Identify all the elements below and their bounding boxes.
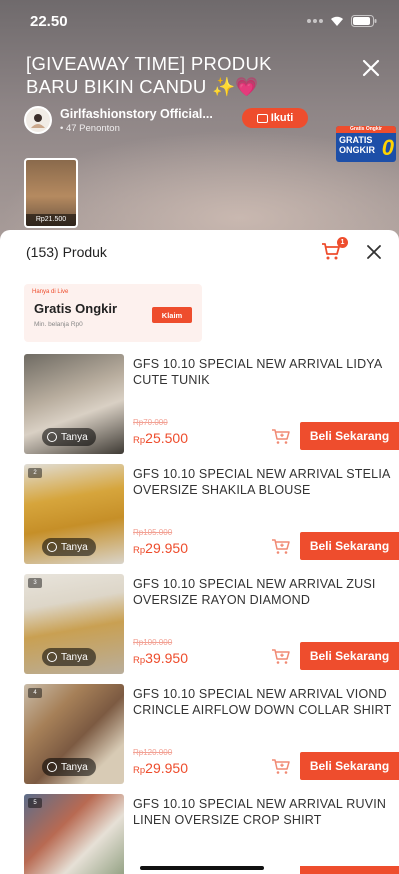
product-number: 2 [28, 468, 42, 478]
original-price: Rp70.000 [133, 418, 168, 427]
pinned-price: Rp21.500 [26, 214, 76, 226]
product-count-title: (153) Produk [26, 244, 107, 260]
sale-price: Rp29.950 [133, 540, 188, 556]
product-list: Tanya GFS 10.10 SPECIAL NEW ARRIVAL LIDY… [0, 354, 399, 874]
close-icon [362, 59, 380, 77]
cart-button[interactable]: 1 [319, 237, 348, 265]
product-item[interactable]: 4 Tanya GFS 10.10 SPECIAL NEW ARRIVAL VI… [0, 684, 399, 794]
product-image[interactable]: 2 Tanya [24, 464, 124, 564]
follow-icon [256, 113, 268, 123]
buy-now-button-partial[interactable] [300, 866, 399, 874]
original-price: Rp100.000 [133, 638, 173, 647]
badge-top-text: Gratis Ongkir [336, 126, 396, 133]
host-text: Girlfashionstory Official... • 47 Penont… [60, 107, 213, 134]
add-to-cart-button[interactable] [270, 426, 292, 446]
sale-price: Rp39.950 [133, 650, 188, 666]
chat-icon [47, 652, 57, 662]
currency: Rp [133, 545, 146, 556]
price-value: 29.950 [145, 540, 188, 556]
close-icon [367, 245, 381, 259]
live-stream-video: 22.50 [GIVEAWAY TIME] PRODUK BARU BIKIN … [0, 0, 399, 240]
product-image[interactable]: 4 Tanya [24, 684, 124, 784]
chat-icon [47, 542, 57, 552]
ask-button[interactable]: Tanya [42, 538, 96, 556]
cart-count-badge: 1 [337, 237, 348, 248]
product-name[interactable]: GFS 10.10 SPECIAL NEW ARRIVAL RUVIN LINE… [133, 796, 395, 828]
add-to-cart-button[interactable] [270, 756, 292, 776]
host-name: Girlfashionstory Official... [60, 106, 213, 121]
ask-label: Tanya [61, 651, 88, 663]
close-sheet-button[interactable] [363, 241, 385, 263]
ask-button[interactable]: Tanya [42, 428, 96, 446]
pinned-product-thumbnail[interactable]: Rp21.500 [24, 158, 78, 228]
product-name[interactable]: GFS 10.10 SPECIAL NEW ARRIVAL LIDYA CUTE… [133, 356, 395, 388]
product-number: 3 [28, 578, 42, 588]
currency: Rp [133, 655, 146, 666]
buy-now-button[interactable]: Beli Sekarang [300, 642, 399, 670]
add-to-cart-button[interactable] [270, 536, 292, 556]
product-item[interactable]: 2 Tanya GFS 10.10 SPECIAL NEW ARRIVAL ST… [0, 464, 399, 574]
ask-button[interactable]: Tanya [42, 648, 96, 666]
product-image[interactable]: 3 Tanya [24, 574, 124, 674]
product-item[interactable]: 3 Tanya GFS 10.10 SPECIAL NEW ARRIVAL ZU… [0, 574, 399, 684]
buy-now-button[interactable]: Beli Sekarang [300, 752, 399, 780]
ask-label: Tanya [61, 431, 88, 443]
currency: Rp [133, 435, 146, 446]
ask-label: Tanya [61, 761, 88, 773]
product-name[interactable]: GFS 10.10 SPECIAL NEW ARRIVAL STELIA OVE… [133, 466, 395, 498]
product-item[interactable]: 5 GFS 10.10 SPECIAL NEW ARRIVAL RUVIN LI… [0, 794, 399, 874]
status-bar: 22.50 [0, 0, 399, 42]
free-shipping-badge[interactable]: Gratis Ongkir GRATIS ONGKIR 0 [336, 126, 396, 162]
currency: Rp [133, 765, 146, 776]
product-item[interactable]: Tanya GFS 10.10 SPECIAL NEW ARRIVAL LIDY… [0, 354, 399, 464]
follow-button[interactable]: Ikuti [242, 108, 308, 128]
voucher-title: Gratis Ongkir [34, 301, 118, 316]
product-name[interactable]: GFS 10.10 SPECIAL NEW ARRIVAL VIOND CRIN… [133, 686, 395, 718]
follow-label: Ikuti [270, 112, 294, 124]
buy-now-button[interactable]: Beli Sekarang [300, 532, 399, 560]
add-to-cart-icon [272, 429, 290, 444]
status-icons [307, 15, 377, 27]
battery-icon [351, 15, 377, 27]
viewer-count: • 47 Penonton [60, 122, 120, 134]
product-image[interactable]: Tanya [24, 354, 124, 454]
original-price: Rp120.000 [133, 748, 173, 757]
ask-button[interactable]: Tanya [42, 758, 96, 776]
voucher-kicker: Hanya di Live [32, 289, 69, 295]
product-image[interactable]: 5 [24, 794, 124, 874]
add-to-cart-icon [272, 649, 290, 664]
add-to-cart-icon [272, 759, 290, 774]
ask-label: Tanya [61, 541, 88, 553]
add-to-cart-button[interactable] [270, 646, 292, 666]
signal-icon [307, 19, 323, 23]
wifi-icon [329, 15, 345, 27]
product-name[interactable]: GFS 10.10 SPECIAL NEW ARRIVAL ZUSI OVERS… [133, 576, 395, 608]
product-number: 5 [28, 798, 42, 808]
price-value: 39.950 [145, 650, 188, 666]
free-shipping-voucher: Hanya di Live Gratis Ongkir Min. belanja… [24, 284, 202, 342]
price-value: 25.500 [145, 430, 188, 446]
chat-icon [47, 432, 57, 442]
home-indicator[interactable] [140, 866, 264, 870]
claim-voucher-button[interactable]: Klaim [152, 307, 192, 323]
avatar [24, 106, 52, 134]
buy-now-button[interactable]: Beli Sekarang [300, 422, 399, 450]
status-time: 22.50 [30, 12, 68, 30]
add-to-cart-icon [272, 539, 290, 554]
chat-icon [47, 762, 57, 772]
badge-zero: 0 [381, 135, 394, 160]
sale-price: Rp29.950 [133, 760, 188, 776]
voucher-subtitle: Min. belanja Rp0 [34, 321, 83, 328]
sale-price: Rp25.500 [133, 430, 188, 446]
host-info[interactable]: Girlfashionstory Official... • 47 Penont… [24, 106, 213, 134]
original-price: Rp105.000 [133, 528, 173, 537]
stream-title: [GIVEAWAY TIME] PRODUK BARU BIKIN CANDU … [26, 53, 272, 97]
close-stream-button[interactable] [359, 56, 383, 80]
product-sheet: (153) Produk 1 Hanya di Live Gratis Ongk… [0, 230, 399, 874]
price-value: 29.950 [145, 760, 188, 776]
sheet-header: (153) Produk 1 [0, 230, 399, 274]
product-number: 4 [28, 688, 42, 698]
